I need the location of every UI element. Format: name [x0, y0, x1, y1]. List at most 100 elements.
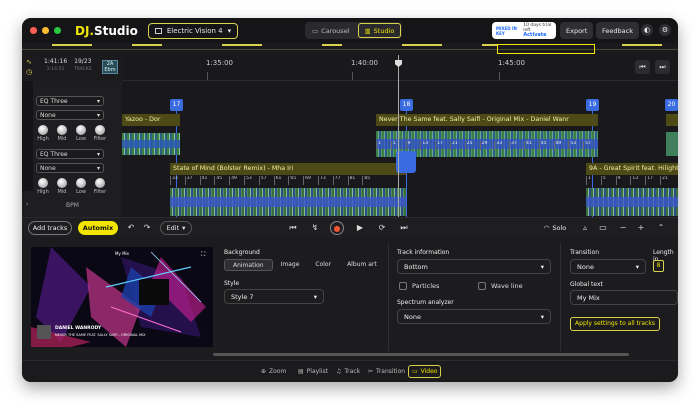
timeline[interactable]: 1:35:00 1:40:00 1:45:00 ⏮ ⏭ 17 18 19 20 … — [122, 55, 678, 217]
transition-select[interactable]: None ▾ — [570, 259, 646, 274]
ruler-label: 1:35:00 — [206, 59, 233, 67]
tab-album-art[interactable]: Album art — [339, 259, 385, 271]
beat-marker: 21 — [449, 141, 465, 150]
tab-playlist[interactable]: ▤ Playlist — [295, 365, 331, 378]
cue-marker[interactable]: 19 — [586, 99, 599, 111]
fullscreen-icon[interactable]: ⛶ — [201, 251, 205, 259]
forward-icon[interactable]: ⏭ — [655, 60, 670, 74]
skip-back-icon[interactable]: ⏮ — [286, 221, 300, 235]
settings-icon[interactable]: ⚙ — [659, 24, 671, 36]
tab-animation[interactable]: Animation — [224, 259, 273, 271]
eq-select[interactable]: EQ Three ▾ — [36, 149, 104, 159]
knob-low[interactable]: Low — [74, 125, 88, 142]
clip-title[interactable]: 9A - Great Spirit feat. Hilight Tribe — [586, 163, 678, 175]
cue-marker[interactable]: 20 — [665, 99, 678, 111]
spectrum-select[interactable]: None ▾ — [397, 309, 551, 324]
knob-high[interactable]: High — [36, 125, 50, 142]
overview-segment — [222, 44, 262, 46]
zoom-in-icon[interactable]: + — [634, 221, 648, 235]
rewind-icon[interactable]: ⏮ — [635, 60, 650, 74]
ruler-label: 1:45:00 — [498, 59, 525, 67]
redo-icon[interactable]: ↷ — [140, 221, 154, 235]
tab-transition[interactable]: ✂ Transition — [365, 365, 408, 378]
beat-marker: 49 — [553, 141, 569, 150]
feedback-button[interactable]: Feedback — [596, 22, 639, 39]
particles-checkbox[interactable]: Particles — [399, 282, 439, 290]
minimize-window-button[interactable] — [42, 27, 49, 34]
transition-handle[interactable] — [396, 151, 416, 173]
cue-icon[interactable]: ↯ — [308, 221, 322, 235]
help-icon[interactable]: ◐ — [641, 24, 653, 36]
knob-filter[interactable]: Filter — [93, 178, 107, 195]
cue-marker[interactable]: 17 — [170, 99, 183, 111]
knob-low[interactable]: Low — [74, 178, 88, 195]
mix-overview[interactable] — [22, 43, 678, 55]
fx-select[interactable]: None ▾ — [36, 163, 104, 173]
tab-video[interactable]: ▭ Video — [408, 365, 442, 378]
tab-studio[interactable]: ▥ Studio — [357, 23, 402, 38]
close-window-button[interactable] — [30, 27, 37, 34]
overview-segment — [622, 44, 662, 46]
zoom-window-button[interactable] — [54, 27, 61, 34]
playhead[interactable] — [395, 55, 402, 217]
solo-button[interactable]: ◠ Solo — [537, 221, 573, 235]
clip-title[interactable]: Never The Same feat. Sally Saifi - Origi… — [376, 114, 598, 126]
loop-icon[interactable]: ⟳ — [375, 221, 389, 235]
add-tracks-button[interactable]: Add tracks — [28, 221, 72, 235]
wave-line-checkbox[interactable]: Wave line — [478, 282, 523, 290]
app-logo: DJ.Studio — [75, 23, 138, 38]
collapse-icon[interactable]: ⌃ — [654, 221, 668, 235]
undo-icon[interactable]: ↶ — [124, 221, 138, 235]
knob-mid[interactable]: Mid — [55, 125, 69, 142]
expand-icon[interactable]: › — [26, 201, 28, 208]
ruler-label: 1:40:00 — [351, 59, 378, 67]
trial-badge[interactable]: MIXED IN KEY 10 days trial left Activate — [492, 22, 556, 39]
record-icon[interactable]: ● — [330, 221, 344, 235]
knob-high[interactable]: High — [36, 178, 50, 195]
project-name: Electric Vision 4 — [166, 26, 223, 35]
track-info-select[interactable]: Bottom ▾ — [397, 259, 551, 274]
knob-mid[interactable]: Mid — [55, 178, 69, 195]
tab-zoom[interactable]: ⊕ Zoom — [258, 365, 289, 378]
global-text-input[interactable]: My Mix — [570, 290, 678, 305]
knob-filter[interactable]: Filter — [93, 125, 107, 142]
beat-marker: 53 — [243, 176, 259, 185]
music-icon: ♫ — [336, 368, 342, 375]
style-label: Style — [224, 280, 240, 287]
preview-mix-label: My Mix — [115, 251, 130, 256]
beat-marker: 9 — [405, 141, 421, 150]
cue-marker[interactable]: 18 — [400, 99, 413, 111]
beat-marker: 17 — [435, 141, 450, 150]
zoom-out-icon[interactable]: − — [616, 221, 630, 235]
tab-image[interactable]: Image — [273, 259, 308, 271]
time-ruler[interactable]: 1:35:00 1:40:00 1:45:00 ⏮ ⏭ — [122, 55, 678, 81]
skip-forward-icon[interactable]: ⏭ — [397, 221, 411, 235]
automix-button[interactable]: Automix — [78, 221, 118, 235]
screen-icon[interactable]: ▭ — [596, 221, 610, 235]
tab-carousel[interactable]: ▭ Carousel — [306, 23, 356, 38]
global-text-label: Global text — [570, 281, 603, 288]
video-preview[interactable]: My Mix ⛶ DANIEL WANRODY NEVER THE SAME F… — [31, 247, 213, 347]
chevron-down-icon: ▾ — [540, 262, 544, 271]
beat-marker: 49 — [229, 176, 244, 185]
style-select[interactable]: Style 7 ▾ — [224, 289, 324, 304]
export-button[interactable]: Export — [560, 22, 594, 39]
clip-title[interactable]: Yazoo - Dor — [122, 114, 180, 126]
bpm-row: › BPM — [22, 200, 122, 212]
project-selector[interactable]: Electric Vision 4 ▾ — [147, 22, 239, 39]
metronome-icon[interactable]: ▵ — [578, 221, 592, 235]
play-icon[interactable]: ▶ — [353, 221, 367, 235]
chevron-down-icon: ▾ — [96, 111, 100, 119]
tab-color[interactable]: Color — [307, 259, 339, 271]
clip-title[interactable]: State of Mind (Bolster Remix) - Mha Iri — [170, 163, 406, 175]
apply-settings-button[interactable]: Apply settings to all tracks — [570, 317, 660, 331]
activate-link[interactable]: Activate — [523, 32, 546, 38]
edit-menu[interactable]: Edit ▾ — [160, 221, 192, 235]
fx-select[interactable]: None ▾ — [36, 110, 104, 120]
horizontal-scrollbar[interactable] — [213, 353, 629, 356]
overview-viewport[interactable] — [497, 44, 595, 54]
tab-track[interactable]: ♫ Track — [333, 365, 363, 378]
length-value[interactable]: 8 — [653, 260, 664, 272]
eq-select[interactable]: EQ Three ▾ — [36, 96, 104, 106]
clip-title[interactable] — [666, 114, 678, 126]
